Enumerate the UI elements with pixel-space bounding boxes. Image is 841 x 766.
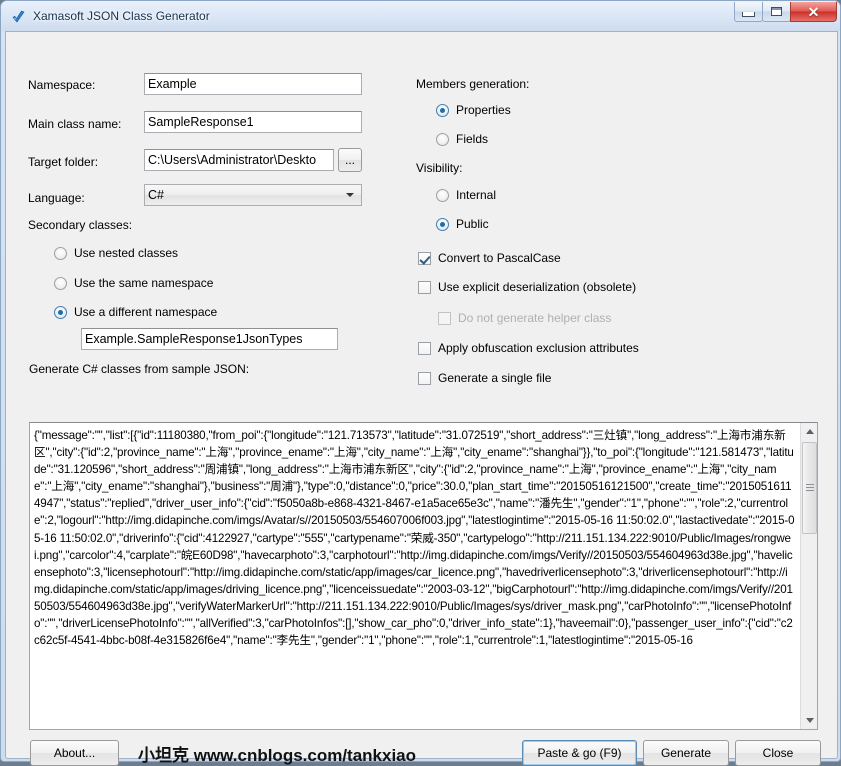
radio-label: Use a different namespace bbox=[74, 305, 218, 319]
paste-and-go-label: Paste & go (F9) bbox=[537, 746, 622, 760]
generate-label: Generate bbox=[660, 746, 712, 760]
browse-folder-button[interactable]: ... bbox=[338, 148, 362, 172]
radio-visibility-internal[interactable]: Internal bbox=[436, 188, 496, 202]
secondary-classes-label: Secondary classes: bbox=[28, 218, 133, 232]
window-controls: ✕ bbox=[734, 2, 837, 23]
checkbox-convert-to-pascalcase[interactable]: Convert to PascalCase bbox=[418, 251, 561, 265]
members-generation-label: Members generation: bbox=[416, 77, 530, 91]
main-class-name-input[interactable]: SampleResponse1 bbox=[144, 111, 362, 133]
radio-use-different-namespace[interactable]: Use a different namespace bbox=[54, 305, 217, 319]
checkbox-indicator bbox=[418, 341, 431, 355]
window-title: Xamasoft JSON Class Generator bbox=[33, 9, 210, 23]
checkbox-label: Apply obfuscation exclusion attributes bbox=[438, 341, 639, 355]
radio-label: Fields bbox=[456, 132, 489, 146]
namespace-input[interactable]: Example bbox=[144, 73, 362, 95]
generate-button[interactable]: Generate bbox=[643, 740, 729, 766]
checkbox-label: Generate a single file bbox=[438, 371, 552, 385]
namespace-label: Namespace: bbox=[28, 78, 96, 92]
visibility-label: Visibility: bbox=[416, 161, 463, 175]
json-vertical-scrollbar[interactable] bbox=[800, 423, 817, 729]
scroll-down-button[interactable] bbox=[801, 712, 817, 729]
chevron-down-icon bbox=[346, 193, 354, 197]
close-button[interactable]: Close bbox=[735, 740, 821, 766]
radio-indicator bbox=[54, 276, 67, 290]
checkbox-use-explicit-deserialization[interactable]: Use explicit deserialization (obsolete) bbox=[418, 280, 636, 294]
checkbox-label: Convert to PascalCase bbox=[438, 251, 561, 265]
title-bar[interactable]: Xamasoft JSON Class Generator bbox=[1, 1, 840, 31]
close-label: Close bbox=[762, 746, 794, 760]
arrow-up-icon bbox=[805, 429, 814, 434]
scrollbar-thumb[interactable] bbox=[802, 442, 817, 534]
radio-indicator bbox=[54, 305, 67, 319]
language-value: C# bbox=[148, 188, 164, 202]
checkbox-apply-obfuscation-exclusion-attributes[interactable]: Apply obfuscation exclusion attributes bbox=[418, 341, 639, 355]
about-button[interactable]: About... bbox=[30, 740, 119, 766]
radio-label: Public bbox=[456, 217, 489, 231]
maximize-icon bbox=[771, 7, 782, 16]
checkbox-label: Do not generate helper class bbox=[458, 311, 612, 325]
close-icon: ✕ bbox=[807, 3, 820, 20]
checkbox-label: Use explicit deserialization (obsolete) bbox=[438, 280, 637, 294]
checkbox-indicator bbox=[438, 311, 451, 325]
json-input-area[interactable]: {"message":"","list":[{"id":11180380,"fr… bbox=[29, 422, 818, 730]
grip-icon bbox=[806, 484, 814, 492]
app-diamond-icon bbox=[10, 9, 26, 25]
radio-indicator bbox=[436, 217, 449, 231]
application-window: Xamasoft JSON Class Generator ✕ Namespac… bbox=[0, 0, 841, 766]
json-input-text[interactable]: {"message":"","list":[{"id":11180380,"fr… bbox=[30, 423, 800, 729]
radio-label: Use the same namespace bbox=[74, 276, 214, 290]
checkbox-do-not-generate-helper-class: Do not generate helper class bbox=[438, 311, 611, 325]
language-label: Language: bbox=[28, 191, 85, 205]
radio-label: Use nested classes bbox=[74, 246, 179, 260]
radio-visibility-public[interactable]: Public bbox=[436, 217, 489, 231]
radio-members-fields[interactable]: Fields bbox=[436, 132, 488, 146]
target-folder-value: C:\Users\Administrator\Deskto bbox=[148, 153, 317, 167]
browse-ellipsis-icon: ... bbox=[344, 153, 355, 167]
arrow-down-icon bbox=[805, 718, 814, 723]
radio-indicator bbox=[436, 188, 449, 202]
minimize-button[interactable] bbox=[734, 2, 763, 22]
language-select[interactable]: C# bbox=[144, 184, 362, 206]
radio-indicator bbox=[54, 246, 67, 260]
different-namespace-input[interactable]: Example.SampleResponse1JsonTypes bbox=[81, 328, 338, 350]
maximize-button[interactable] bbox=[762, 2, 791, 22]
checkbox-indicator bbox=[418, 280, 431, 294]
radio-label: Internal bbox=[456, 188, 497, 202]
target-folder-input[interactable]: C:\Users\Administrator\Deskto bbox=[144, 149, 334, 171]
main-class-name-label: Main class name: bbox=[28, 117, 122, 131]
namespace-value: Example bbox=[148, 77, 197, 91]
different-namespace-value: Example.SampleResponse1JsonTypes bbox=[85, 332, 303, 346]
checkbox-generate-a-single-file[interactable]: Generate a single file bbox=[418, 371, 551, 385]
radio-use-same-namespace[interactable]: Use the same namespace bbox=[54, 276, 213, 290]
minimize-icon bbox=[742, 11, 755, 17]
json-section-label: Generate C# classes from sample JSON: bbox=[29, 362, 250, 376]
checkbox-indicator bbox=[418, 371, 431, 385]
radio-use-nested-classes[interactable]: Use nested classes bbox=[54, 246, 178, 260]
checkbox-indicator bbox=[418, 251, 431, 265]
main-class-name-value: SampleResponse1 bbox=[148, 115, 254, 129]
close-window-button[interactable]: ✕ bbox=[790, 2, 837, 22]
paste-and-go-button[interactable]: Paste & go (F9) bbox=[522, 740, 637, 766]
scroll-up-button[interactable] bbox=[801, 423, 817, 440]
radio-label: Properties bbox=[456, 103, 511, 117]
radio-indicator bbox=[436, 132, 449, 146]
watermark-text: 小坦克 www.cnblogs.com/tankxiao bbox=[138, 746, 417, 765]
radio-members-properties[interactable]: Properties bbox=[436, 103, 511, 117]
dialog-client-area: Namespace: Example Main class name: Samp… bbox=[5, 31, 838, 766]
target-folder-label: Target folder: bbox=[28, 155, 99, 169]
radio-indicator bbox=[436, 103, 449, 117]
about-label: About... bbox=[53, 746, 96, 760]
